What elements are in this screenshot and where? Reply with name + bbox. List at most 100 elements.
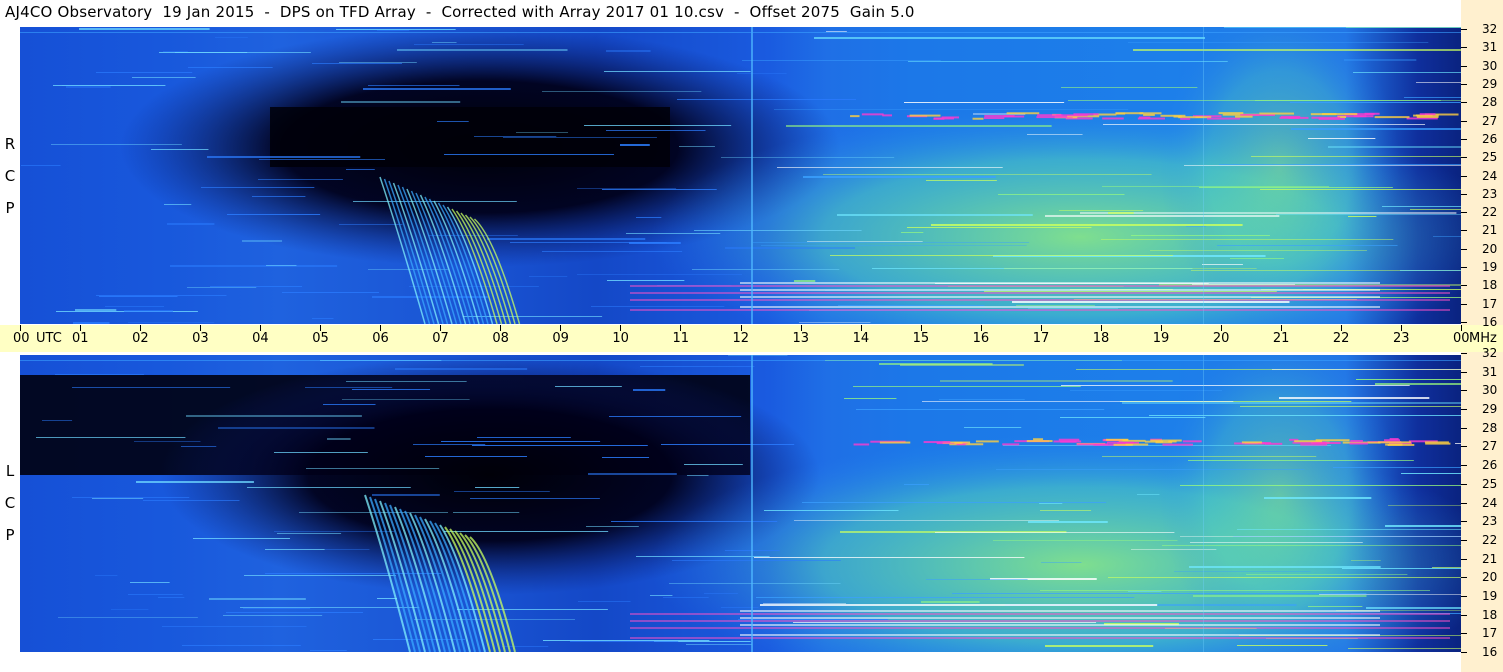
frequency-tick-mark [1461, 285, 1467, 287]
interference-streak [1344, 59, 1417, 61]
emission-band-segment [1300, 443, 1328, 446]
interference-streak [163, 51, 188, 52]
frequency-tick-mark [1461, 502, 1467, 504]
interference-streak [132, 77, 196, 78]
interference-streak [1131, 235, 1270, 236]
interference-streak [312, 63, 402, 64]
frequency-tick-mark [1461, 303, 1467, 305]
frequency-tick-label: 23 [1482, 186, 1498, 201]
emission-band-segment [1235, 115, 1253, 118]
interference-streak [96, 295, 227, 296]
interference-streak [964, 427, 1022, 428]
interference-streak [1162, 545, 1461, 546]
frequency-tick-label: 32 [1482, 346, 1498, 360]
utc-tick-label: 06 [372, 331, 389, 346]
interference-streak [42, 420, 73, 421]
emission-band-segment [909, 114, 941, 117]
interference-streak [904, 484, 929, 485]
emission-band-segment [983, 117, 1005, 120]
interference-streak [1202, 264, 1243, 265]
interference-streak [128, 594, 183, 595]
frequency-tick-mark [1461, 47, 1467, 49]
interference-streak [372, 494, 440, 496]
emission-band-segment [975, 440, 999, 443]
interference-streak [36, 437, 186, 438]
interference-streak [753, 242, 1030, 243]
interference-streak [996, 469, 1305, 470]
interference-streak [186, 415, 362, 417]
interference-streak [1351, 560, 1381, 561]
interference-streak [900, 364, 1024, 366]
frequency-tick-mark [1461, 577, 1467, 579]
interference-streak [346, 169, 375, 170]
interference-streak [1061, 87, 1198, 88]
interference-streak [1255, 100, 1461, 101]
interference-streak [761, 245, 1027, 246]
interference-streak [838, 305, 985, 306]
interference-streak [1276, 214, 1461, 215]
interference-streak [626, 233, 721, 234]
frequency-tick-label: 30 [1482, 58, 1498, 73]
interference-streak [1224, 27, 1461, 28]
frequency-tick-label: 27 [1482, 113, 1498, 128]
day-region-secondary [1160, 355, 1400, 652]
frequency-tick-label: 19 [1482, 588, 1498, 603]
utc-tick-label: 23 [1392, 331, 1410, 346]
utc-tick-label: 22 [1332, 331, 1350, 346]
interference-streak [164, 204, 192, 205]
interference-streak [984, 291, 1277, 292]
rcp-letter-c: C [4, 167, 16, 185]
emission-band-segment [1162, 443, 1193, 446]
interference-streak [58, 617, 198, 618]
interference-streak [786, 125, 1052, 127]
interference-streak [1264, 497, 1372, 499]
interference-streak [1375, 383, 1461, 385]
interference-streak [66, 86, 111, 88]
interference-streak [725, 247, 856, 249]
interference-streak [1060, 417, 1206, 418]
interference-streak [247, 487, 411, 488]
rcp-panel-label: R C P [0, 128, 20, 224]
interference-streak [124, 310, 173, 312]
interference-streak [1028, 521, 1108, 523]
interference-streak [799, 322, 871, 323]
interference-streak [602, 189, 717, 190]
interference-streak [650, 595, 673, 596]
interference-streak [1174, 571, 1311, 572]
interference-streak [1455, 443, 1461, 444]
interference-streak [591, 306, 725, 307]
frequency-tick-label: 20 [1482, 241, 1498, 256]
interference-streak [207, 156, 361, 158]
emission-band-segment [853, 443, 870, 446]
interference-streak [940, 380, 1173, 382]
interference-streak [1045, 645, 1154, 647]
frequency-tick-mark [1461, 193, 1467, 195]
emission-band-segment [1389, 438, 1399, 441]
interference-streak [1101, 239, 1394, 240]
emission-band-segment [1137, 117, 1165, 120]
top-interference-line [20, 360, 1461, 361]
frequency-tick-label: 20 [1482, 570, 1498, 585]
frequency-tick-mark [1461, 267, 1467, 269]
interference-streak [105, 306, 165, 307]
interference-streak [1240, 406, 1461, 407]
interference-streak [633, 389, 666, 391]
interference-streak [939, 399, 1025, 400]
interference-streak [128, 322, 215, 323]
interference-streak [802, 502, 1107, 503]
interference-streak [1199, 187, 1393, 188]
interference-streak [1290, 102, 1461, 103]
utc-tick-label: 18 [1092, 331, 1110, 346]
utc-tick-label: 20 [1212, 331, 1230, 346]
emission-band-segment [1002, 443, 1020, 446]
interference-streak [1291, 128, 1461, 130]
interference-streak [586, 526, 639, 527]
frequency-tick-mark [1461, 539, 1467, 541]
interference-streak [151, 149, 209, 150]
interference-streak [336, 29, 456, 30]
frequency-tick-mark [1461, 483, 1467, 485]
interference-streak [79, 28, 210, 30]
interference-streak [853, 386, 1081, 387]
hf-band-line [740, 617, 1380, 619]
interference-streak [1333, 467, 1461, 468]
